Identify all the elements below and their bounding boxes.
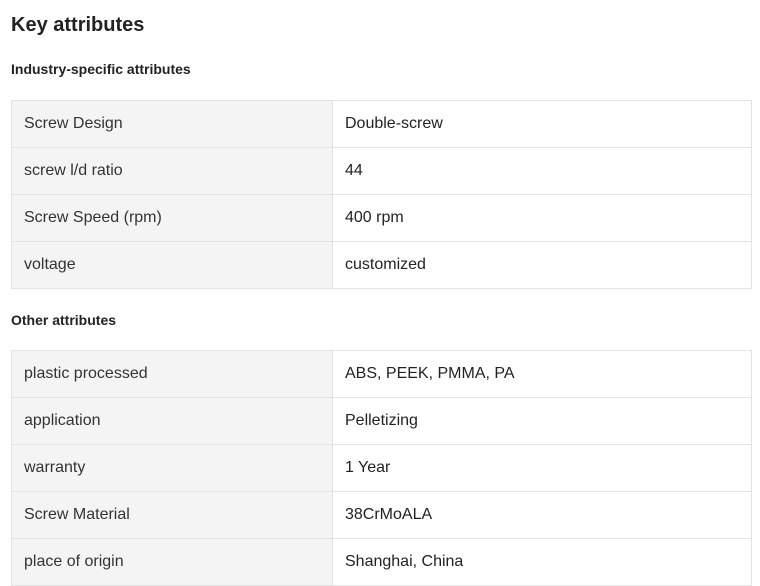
attribute-name: Screw Design xyxy=(11,100,333,148)
table-row: Screw Speed (rpm) 400 rpm xyxy=(11,194,752,242)
attribute-name: screw l/d ratio xyxy=(11,147,333,195)
attribute-name: Screw Material xyxy=(11,491,333,539)
attribute-name: plastic processed xyxy=(11,350,333,398)
attribute-name: voltage xyxy=(11,241,333,289)
table-row: plastic processed ABS, PEEK, PMMA, PA xyxy=(11,350,752,398)
attribute-value: 400 rpm xyxy=(332,194,752,242)
table-row: voltage customized xyxy=(11,241,752,289)
other-attributes-table: plastic processed ABS, PEEK, PMMA, PA ap… xyxy=(11,350,752,586)
attribute-value: 44 xyxy=(332,147,752,195)
attribute-name: application xyxy=(11,397,333,445)
table-row: Screw Material 38CrMoALA xyxy=(11,491,752,539)
attribute-value: Pelletizing xyxy=(332,397,752,445)
attribute-value: ABS, PEEK, PMMA, PA xyxy=(332,350,752,398)
attribute-name: Screw Speed (rpm) xyxy=(11,194,333,242)
table-row: application Pelletizing xyxy=(11,397,752,445)
table-row: place of origin Shanghai, China xyxy=(11,538,752,586)
table-row: warranty 1 Year xyxy=(11,444,752,492)
attribute-name: place of origin xyxy=(11,538,333,586)
attribute-value: customized xyxy=(332,241,752,289)
section-title-other: Other attributes xyxy=(11,312,117,328)
attribute-value: Double-screw xyxy=(332,100,752,148)
page-title: Key attributes xyxy=(11,14,145,36)
section-title-industry-specific: Industry-specific attributes xyxy=(11,61,191,77)
key-attributes-panel: Key attributes Industry-specific attribu… xyxy=(11,0,752,586)
attribute-name: warranty xyxy=(11,444,333,492)
table-row: Screw Design Double-screw xyxy=(11,100,752,148)
attribute-value: Shanghai, China xyxy=(332,538,752,586)
attribute-value: 38CrMoALA xyxy=(332,491,752,539)
industry-attributes-table: Screw Design Double-screw screw l/d rati… xyxy=(11,100,752,289)
attribute-value: 1 Year xyxy=(332,444,752,492)
table-row: screw l/d ratio 44 xyxy=(11,147,752,195)
